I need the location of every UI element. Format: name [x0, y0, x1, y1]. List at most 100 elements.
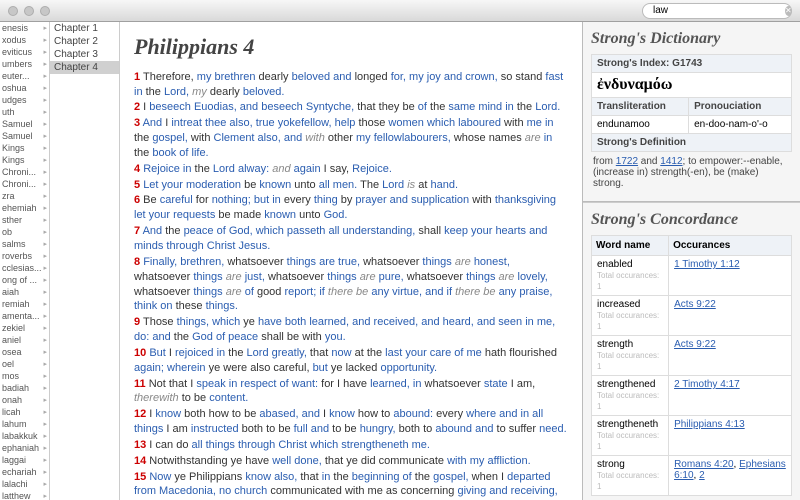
ref-link[interactable]: Philippians 4:13	[674, 419, 745, 430]
book-item[interactable]: ong of ...▸	[0, 274, 49, 286]
ref-link[interactable]: 2	[699, 470, 705, 481]
verse[interactable]: 11 Not that I speak in respect of want: …	[134, 377, 568, 407]
verse[interactable]: 5 Let your moderation be known unto all …	[134, 178, 568, 193]
book-item[interactable]: aniel▸	[0, 334, 49, 346]
verse-number: 8	[134, 256, 140, 268]
book-list[interactable]: enesis▸xodus▸eviticus▸umbers▸euter...▸os…	[0, 22, 50, 500]
ref-link[interactable]: Acts 9:22	[674, 299, 716, 310]
chapter-item[interactable]: Chapter 4	[50, 61, 119, 74]
verse[interactable]: 6 Be careful for nothing; but in every t…	[134, 193, 568, 223]
book-item[interactable]: lalachi▸	[0, 478, 49, 490]
book-item[interactable]: zekiel▸	[0, 322, 49, 334]
ref-link[interactable]: Acts 9:22	[674, 339, 716, 350]
book-item[interactable]: Chroni...▸	[0, 166, 49, 178]
chevron-right-icon: ▸	[43, 192, 47, 200]
verse[interactable]: 9 Those things, which ye have both learn…	[134, 315, 568, 345]
clear-search-icon[interactable]: ✕	[785, 6, 792, 16]
book-item[interactable]: Samuel▸	[0, 118, 49, 130]
book-item[interactable]: uth▸	[0, 106, 49, 118]
chapter-list[interactable]: Chapter 1Chapter 2Chapter 3Chapter 4	[50, 22, 120, 500]
book-item[interactable]: oel▸	[0, 358, 49, 370]
minimize-icon[interactable]	[24, 6, 34, 16]
refs-cell: Acts 9:22	[669, 296, 792, 336]
verse[interactable]: 10 But I rejoiced in the Lord greatly, t…	[134, 346, 568, 376]
verse[interactable]: 8 Finally, brethren, whatsoever things a…	[134, 255, 568, 314]
book-item[interactable]: zra▸	[0, 190, 49, 202]
book-item[interactable]: Chroni...▸	[0, 178, 49, 190]
book-item[interactable]: laggai▸	[0, 454, 49, 466]
book-item[interactable]: eviticus▸	[0, 46, 49, 58]
book-item[interactable]: oshua▸	[0, 82, 49, 94]
book-item[interactable]: salms▸	[0, 238, 49, 250]
book-item[interactable]: ephaniah▸	[0, 442, 49, 454]
def-link-1[interactable]: 1722	[616, 156, 638, 167]
close-icon[interactable]	[8, 6, 18, 16]
word-cell: strengthTotal occurances: 1	[592, 336, 669, 376]
book-item[interactable]: sther▸	[0, 214, 49, 226]
search-field[interactable]: ✕	[642, 3, 792, 19]
ref-link[interactable]: Romans 4:20	[674, 459, 733, 470]
chevron-right-icon: ▸	[43, 156, 47, 164]
book-item[interactable]: Kings▸	[0, 154, 49, 166]
chapter-item[interactable]: Chapter 3	[50, 48, 119, 61]
search-input[interactable]	[653, 5, 785, 16]
chevron-right-icon: ▸	[43, 276, 47, 284]
book-item[interactable]: remiah▸	[0, 298, 49, 310]
book-item[interactable]: onah▸	[0, 394, 49, 406]
book-item[interactable]: lahum▸	[0, 418, 49, 430]
book-item[interactable]: enesis▸	[0, 22, 49, 34]
chevron-right-icon: ▸	[43, 60, 47, 68]
verse[interactable]: 12 I know both how to be abased, and I k…	[134, 407, 568, 437]
book-item[interactable]: badiah▸	[0, 382, 49, 394]
ref-link[interactable]: 1 Timothy 1:12	[674, 259, 740, 270]
chapter-title: Philippians 4	[134, 32, 568, 62]
book-item[interactable]: licah▸	[0, 406, 49, 418]
book-item[interactable]: cclesias...▸	[0, 262, 49, 274]
definition-text: from 1722 and 1412; to empower:--enable,…	[591, 152, 792, 193]
book-item[interactable]: ehemiah▸	[0, 202, 49, 214]
scripture-pane: Philippians 4 1 Therefore, my brethren d…	[120, 22, 582, 500]
book-item[interactable]: labakkuk▸	[0, 430, 49, 442]
book-item[interactable]: roverbs▸	[0, 250, 49, 262]
concordance-row: strengthenedTotal occurances: 12 Timothy…	[592, 376, 792, 416]
concordance-row: strongTotal occurances: 1Romans 4:20, Ep…	[592, 456, 792, 496]
book-item[interactable]: latthew▸	[0, 490, 49, 500]
book-item[interactable]: mos▸	[0, 370, 49, 382]
book-item[interactable]: ob▸	[0, 226, 49, 238]
verse[interactable]: 15 Now ye Philippians know also, that in…	[134, 470, 568, 500]
chevron-right-icon: ▸	[43, 228, 47, 236]
verse[interactable]: 14 Notwithstanding ye have well done, th…	[134, 454, 568, 469]
book-item[interactable]: euter...▸	[0, 70, 49, 82]
chapter-item[interactable]: Chapter 2	[50, 35, 119, 48]
book-item[interactable]: umbers▸	[0, 58, 49, 70]
book-item[interactable]: udges▸	[0, 94, 49, 106]
chevron-right-icon: ▸	[43, 372, 47, 380]
book-item[interactable]: osea▸	[0, 346, 49, 358]
book-item[interactable]: echariah▸	[0, 466, 49, 478]
chevron-right-icon: ▸	[43, 480, 47, 488]
verse[interactable]: 3 And I intreat thee also, true yokefell…	[134, 116, 568, 161]
verse-number: 2	[134, 101, 140, 113]
verse[interactable]: 2 I beseech Euodias, and beseech Syntych…	[134, 100, 568, 115]
verse[interactable]: 13 I can do all things through Christ wh…	[134, 438, 568, 453]
refs-cell: Acts 9:22	[669, 336, 792, 376]
book-item[interactable]: Samuel▸	[0, 130, 49, 142]
verse-number: 6	[134, 194, 140, 206]
verse[interactable]: 7 And the peace of God, which passeth al…	[134, 224, 568, 254]
chevron-right-icon: ▸	[43, 216, 47, 224]
def-link-2[interactable]: 1412	[660, 156, 682, 167]
zoom-icon[interactable]	[40, 6, 50, 16]
book-item[interactable]: aiah▸	[0, 286, 49, 298]
verse[interactable]: 1 Therefore, my brethren dearly beloved …	[134, 70, 568, 100]
book-item[interactable]: amenta...▸	[0, 310, 49, 322]
chapter-item[interactable]: Chapter 1	[50, 22, 119, 35]
chevron-right-icon: ▸	[43, 120, 47, 128]
book-item[interactable]: Kings▸	[0, 142, 49, 154]
verse[interactable]: 4 Rejoice in the Lord alway: and again I…	[134, 162, 568, 177]
translit-header: Transliteration	[592, 98, 689, 116]
book-item[interactable]: xodus▸	[0, 34, 49, 46]
chevron-right-icon: ▸	[43, 408, 47, 416]
chevron-right-icon: ▸	[43, 288, 47, 296]
word-cell: strongTotal occurances: 1	[592, 456, 669, 496]
ref-link[interactable]: 2 Timothy 4:17	[674, 379, 740, 390]
